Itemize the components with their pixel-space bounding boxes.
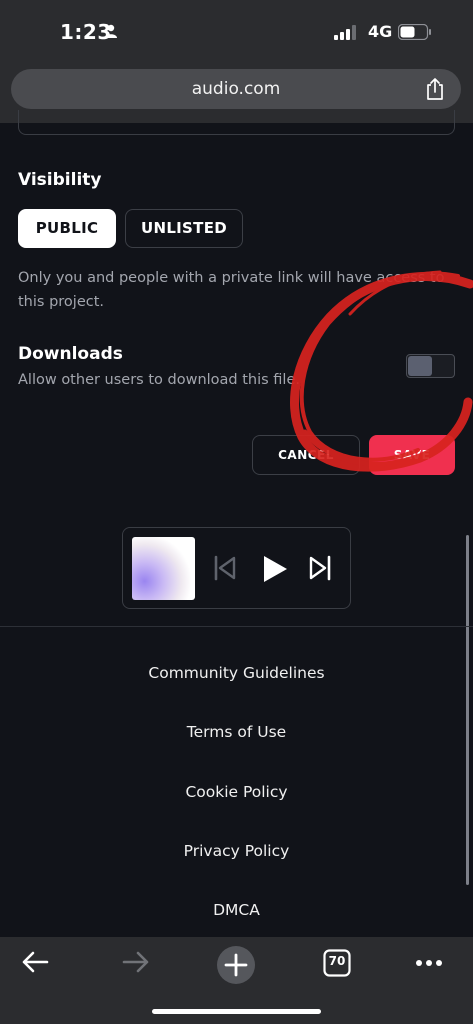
mini-player <box>122 527 351 609</box>
home-indicator <box>152 1009 321 1014</box>
address-bar[interactable]: audio.com <box>11 69 461 109</box>
cancel-button[interactable]: CANCEL <box>252 435 360 475</box>
battery-icon <box>398 24 431 40</box>
tab-count: 70 <box>328 954 346 968</box>
browser-top-bar: 1:23 4G audio.com <box>0 0 473 123</box>
footer-divider <box>0 626 473 627</box>
person-icon <box>105 24 117 38</box>
downloads-toggle[interactable] <box>406 354 455 378</box>
tabs-button[interactable]: 70 <box>323 949 351 977</box>
previous-track-icon[interactable] <box>212 554 238 582</box>
visibility-description: Only you and people with a private link … <box>18 270 445 310</box>
visibility-title: Visibility <box>18 170 102 190</box>
forward-arrow-icon[interactable] <box>121 948 151 976</box>
previous-field-box <box>18 110 455 135</box>
footer-link-community-guidelines[interactable]: Community Guidelines <box>0 664 473 682</box>
play-icon[interactable] <box>260 554 290 584</box>
back-arrow-icon[interactable] <box>20 948 50 976</box>
footer-link-terms[interactable]: Terms of Use <box>0 723 473 741</box>
footer-link-privacy-policy[interactable]: Privacy Policy <box>0 842 473 860</box>
track-artwork[interactable] <box>132 537 195 600</box>
new-tab-plus-icon[interactable] <box>216 945 256 985</box>
visibility-unlisted-button[interactable]: UNLISTED <box>125 209 243 248</box>
signal-strength-icon <box>334 25 356 40</box>
next-track-icon[interactable] <box>307 554 333 582</box>
visibility-public-button[interactable]: PUBLIC <box>18 209 116 248</box>
downloads-description: Allow other users to download this file. <box>18 372 300 388</box>
footer-link-cookie-policy[interactable]: Cookie Policy <box>0 783 473 801</box>
network-type: 4G <box>368 22 393 41</box>
more-options-icon[interactable] <box>415 959 443 967</box>
footer-link-dmca[interactable]: DMCA <box>0 901 473 919</box>
url-text: audio.com <box>191 79 281 99</box>
scrollbar[interactable] <box>466 535 469 885</box>
save-button[interactable]: SAVE <box>369 435 455 475</box>
toggle-knob <box>408 356 432 376</box>
downloads-title: Downloads <box>18 344 123 364</box>
share-icon[interactable] <box>425 77 445 101</box>
